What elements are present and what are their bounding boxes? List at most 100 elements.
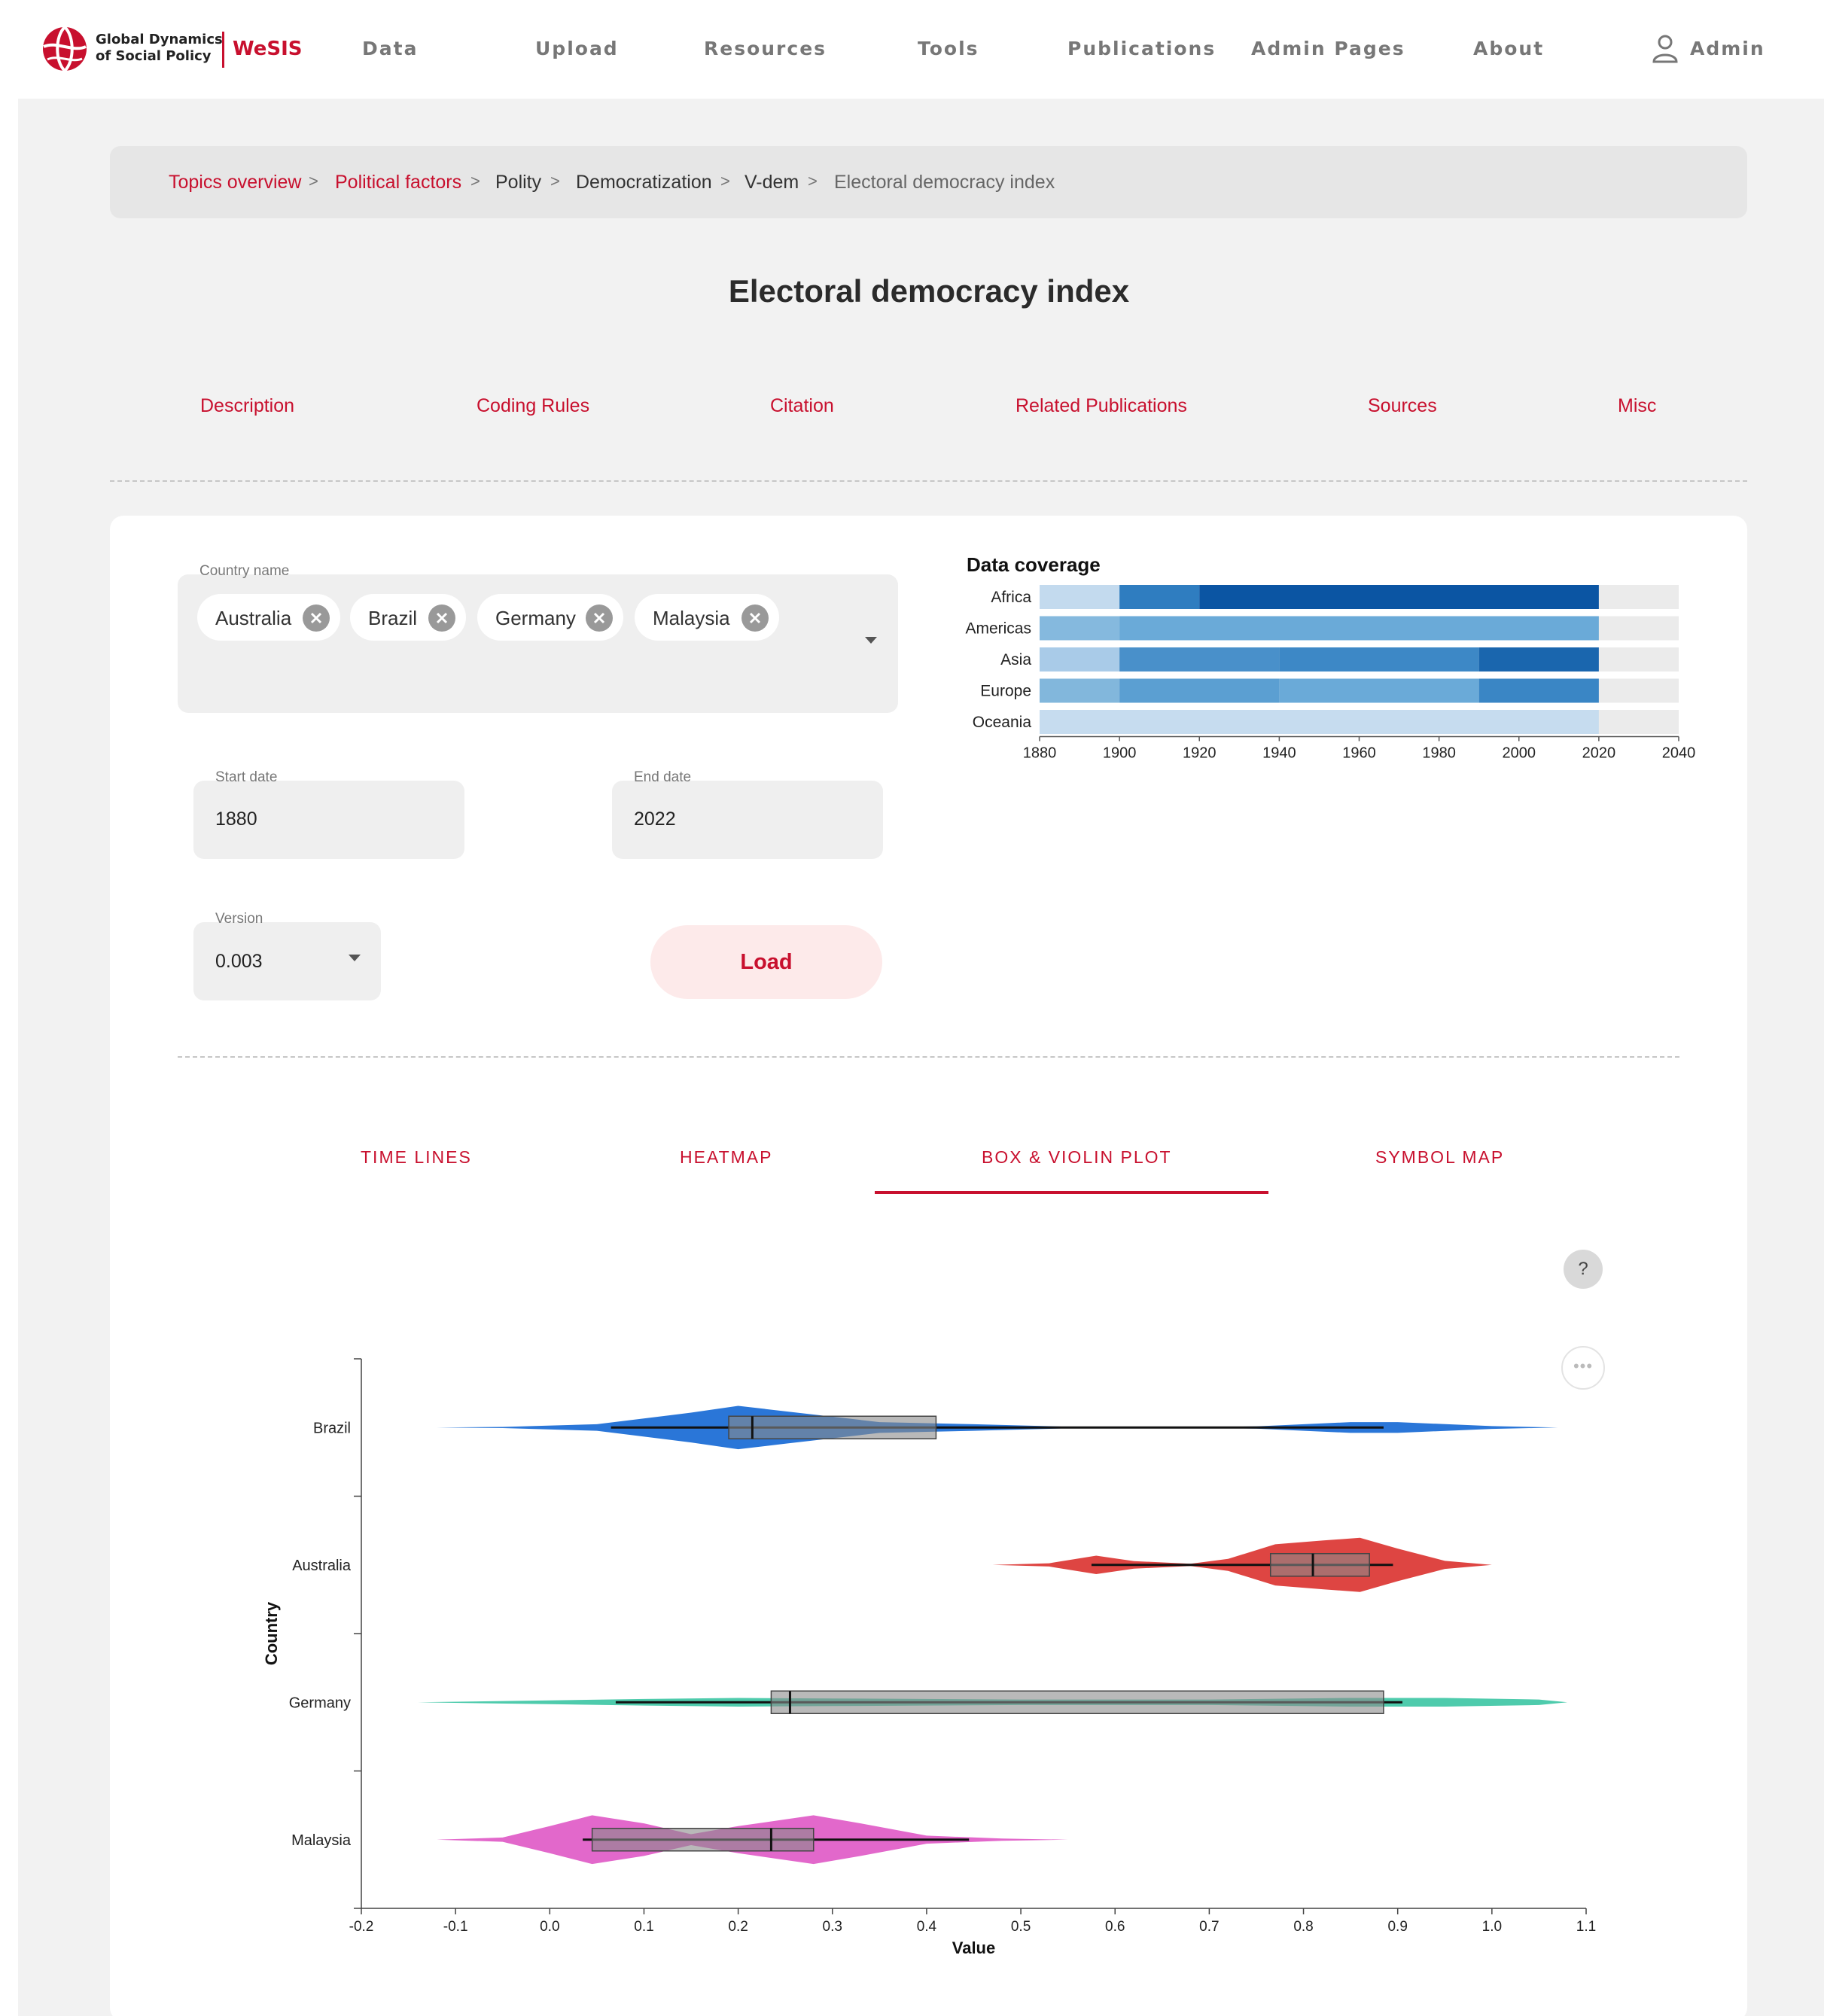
x-tick-label: -0.2 <box>349 1919 374 1935</box>
logo-brand: WeSIS <box>233 38 303 60</box>
nav-publications[interactable]: Publications <box>1067 38 1216 59</box>
logo-line-1: Global Dynamics <box>96 32 223 47</box>
remove-chip-icon[interactable] <box>586 604 613 632</box>
load-button-label: Load <box>740 950 793 974</box>
chevron-down-icon[interactable] <box>349 955 361 961</box>
chevron-down-icon[interactable] <box>865 637 877 644</box>
start-date-label: Start date <box>215 769 278 785</box>
coverage-tick-label: 1920 <box>1183 745 1217 762</box>
coverage-region-label: Europe <box>980 683 1031 700</box>
nav-admin-pages[interactable]: Admin Pages <box>1251 38 1405 59</box>
breadcrumb-democratization[interactable]: Democratization <box>576 172 712 193</box>
tab-sources[interactable]: Sources <box>1368 395 1437 417</box>
tab-box-violin-plot[interactable]: BOX & VIOLIN PLOT <box>982 1147 1172 1168</box>
end-date-value: 2022 <box>634 809 676 830</box>
breadcrumb-separator: > <box>720 172 730 190</box>
x-tick-label: 0.1 <box>634 1919 653 1935</box>
breadcrumb-separator: > <box>550 172 560 190</box>
y-category-label: Germany <box>289 1695 351 1711</box>
breadcrumb-polity[interactable]: Polity <box>495 172 541 193</box>
coverage-tick-label: 2020 <box>1582 745 1616 762</box>
y-category-label: Australia <box>292 1558 352 1574</box>
breadcrumb-political-factors[interactable]: Political factors <box>335 172 461 193</box>
country-chip: Brazil <box>350 594 466 641</box>
nav-data[interactable]: Data <box>362 38 418 59</box>
y-category-label: Brazil <box>313 1420 351 1436</box>
tab-related-publications[interactable]: Related Publications <box>1016 395 1187 417</box>
tab-heatmap[interactable]: HEATMAP <box>680 1147 772 1168</box>
top-header: Global Dynamics of Social Policy WeSIS D… <box>0 0 1824 99</box>
coverage-segment <box>1478 647 1599 671</box>
version-value: 0.003 <box>215 951 263 972</box>
remove-chip-icon[interactable] <box>303 604 330 632</box>
chip-label: Brazil <box>368 607 418 629</box>
coverage-segment <box>1040 678 1120 703</box>
x-tick-label: 1.1 <box>1576 1919 1596 1935</box>
tab-coding-rules[interactable]: Coding Rules <box>477 395 589 417</box>
coverage-segment <box>1119 585 1200 609</box>
site-logo[interactable]: Global Dynamics of Social Policy WeSIS <box>41 26 303 74</box>
chip-label: Germany <box>495 607 576 629</box>
coverage-title: Data coverage <box>967 553 1101 576</box>
x-tick-label: 0.2 <box>728 1919 748 1935</box>
breadcrumb-separator: > <box>470 172 480 190</box>
y-category-label: Malaysia <box>291 1832 352 1849</box>
active-tab-indicator <box>875 1191 1268 1194</box>
coverage-tick-label: 1960 <box>1342 745 1376 762</box>
logo-text: Global Dynamics of Social Policy <box>96 32 223 65</box>
x-tick-label: 1.0 <box>1482 1919 1502 1935</box>
coverage-segment <box>1199 585 1599 609</box>
tab-time-lines[interactable]: TIME LINES <box>361 1147 472 1168</box>
tab-misc[interactable]: Misc <box>1618 395 1656 417</box>
user-menu[interactable]: Admin <box>1651 33 1764 65</box>
coverage-segment <box>1119 678 1280 703</box>
x-tick-label: 0.0 <box>540 1919 559 1935</box>
breadcrumb-current: Electoral democracy index <box>834 172 1055 193</box>
tab-description[interactable]: Description <box>200 395 294 417</box>
box-iqr <box>770 1690 1384 1714</box>
breadcrumb-topics-overview[interactable]: Topics overview <box>169 172 301 193</box>
globe-logo-icon <box>43 26 87 72</box>
coverage-tick-label: 1900 <box>1103 745 1137 762</box>
breadcrumb-separator: > <box>808 172 818 190</box>
coverage-tick-label: 2000 <box>1503 745 1536 762</box>
coverage-segment <box>1279 678 1479 703</box>
x-tick-label: 0.9 <box>1387 1919 1407 1935</box>
coverage-tick-label: 1980 <box>1422 745 1456 762</box>
coverage-region-label: Americas <box>965 620 1031 638</box>
version-label: Version <box>215 911 263 927</box>
coverage-tick-label: 1880 <box>1023 745 1057 762</box>
breadcrumb-v-dem[interactable]: V-dem <box>745 172 799 193</box>
nav-tools[interactable]: Tools <box>918 38 979 59</box>
help-button[interactable]: ? <box>1564 1250 1603 1289</box>
start-date-value: 1880 <box>215 809 257 830</box>
coverage-region-label: Oceania <box>973 714 1032 731</box>
nav-about[interactable]: About <box>1473 38 1544 59</box>
x-tick-label: 0.3 <box>823 1919 842 1935</box>
remove-chip-icon[interactable] <box>428 604 455 632</box>
coverage-segment <box>1478 678 1599 703</box>
coverage-segment <box>1119 647 1280 671</box>
x-tick-label: -0.1 <box>443 1919 468 1935</box>
box-iqr <box>1269 1553 1370 1577</box>
coverage-segment <box>1040 616 1120 641</box>
country-chip: Germany <box>477 594 623 641</box>
logo-line-2: of Social Policy <box>96 48 212 64</box>
coverage-segment <box>1279 647 1479 671</box>
chip-label: Australia <box>215 607 292 629</box>
coverage-region-label: Africa <box>991 589 1031 606</box>
remove-chip-icon[interactable] <box>741 604 769 632</box>
x-axis-title: Value <box>952 1938 995 1957</box>
coverage-tick-label: 2040 <box>1662 745 1696 762</box>
tab-symbol-map[interactable]: SYMBOL MAP <box>1375 1147 1504 1168</box>
x-tick-label: 0.5 <box>1011 1919 1031 1935</box>
x-tick-label: 0.7 <box>1199 1919 1219 1935</box>
load-button[interactable]: Load <box>650 925 882 999</box>
tab-citation[interactable]: Citation <box>770 395 834 417</box>
coverage-segment <box>1040 710 1599 734</box>
box-iqr <box>728 1415 937 1439</box>
box-iqr <box>591 1828 815 1852</box>
nav-resources[interactable]: Resources <box>704 38 827 59</box>
breadcrumb-separator: > <box>309 172 318 190</box>
nav-upload[interactable]: Upload <box>535 38 619 59</box>
